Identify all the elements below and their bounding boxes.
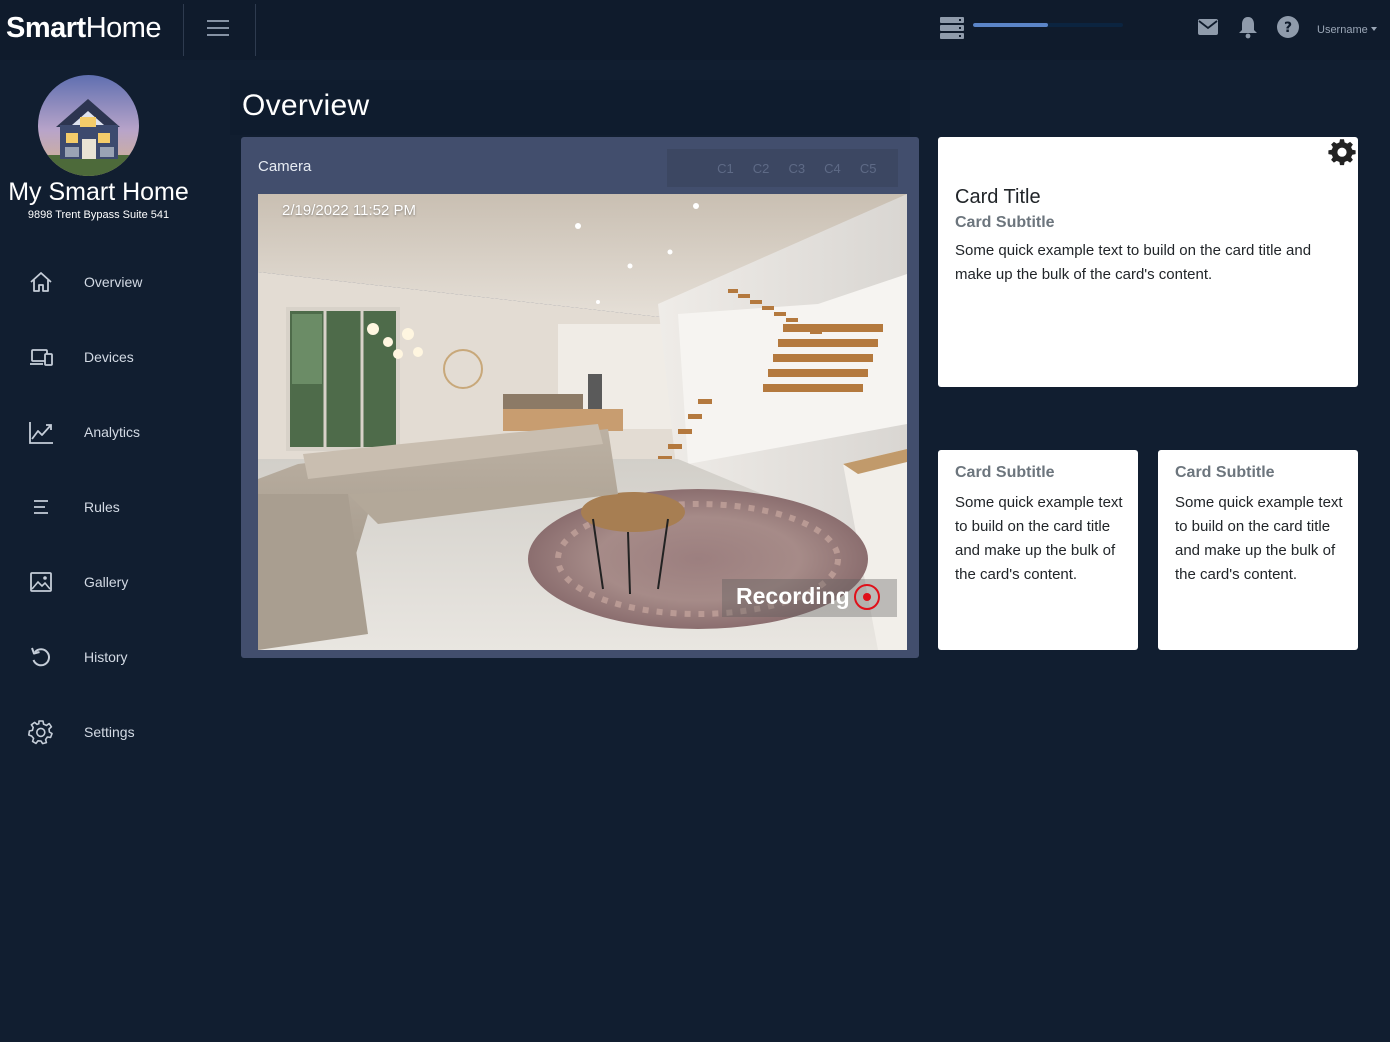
storage-progress-bar [973,23,1123,27]
card-subtitle: Card Subtitle [1175,464,1275,481]
help-icon[interactable]: ? [1277,16,1299,38]
mail-icon[interactable] [1198,19,1218,35]
sidebar-item-label: Rules [84,499,120,515]
menu-toggle-icon[interactable] [207,20,229,38]
home-avatar [38,75,139,176]
server-icon [940,17,964,39]
home-icon [30,272,52,292]
sidebar-item-devices[interactable]: Devices [0,334,200,380]
card-title: Card Title [955,186,1041,208]
card-subtitle: Card Subtitle [955,214,1055,231]
camera-tab-bar: C1 C2 C3 C4 C5 [667,149,898,187]
sidebar-item-history[interactable]: History [0,634,200,680]
sidebar-item-rules[interactable]: Rules [0,484,200,530]
tab-camera-c2[interactable]: C2 [743,161,779,176]
card-text: Some quick example text to build on the … [955,242,1312,283]
sidebar-item-label: Settings [84,724,135,740]
brand-logo[interactable]: SmartHome [6,12,162,45]
storage-progress-fill [973,23,1048,27]
tab-camera-c4[interactable]: C4 [815,161,851,176]
notification-bell-icon[interactable] [1238,15,1258,39]
recording-indicator: Recording [722,579,897,617]
history-icon [31,647,50,667]
sidebar-item-overview[interactable]: Overview [0,259,200,305]
divider [255,4,256,56]
home-address: 9898 Trent Bypass Suite 541 [27,209,170,221]
card-subtitle: Card Subtitle [955,464,1055,481]
card-small-1: Card Subtitle Some quick example text to… [938,450,1138,650]
recording-label: Recording [736,583,850,609]
tab-camera-c5[interactable]: C5 [850,161,886,176]
sidebar-item-label: Gallery [84,574,129,590]
devices-icon [30,349,53,366]
user-menu[interactable]: Username [1317,24,1377,36]
record-icon[interactable] [854,584,880,610]
sidebar-item-label: Devices [84,349,134,365]
card-text: Some quick example text to build on the … [1175,494,1343,583]
card-main: Card Title Card Subtitle Some quick exam… [938,137,1358,387]
home-name: My Smart Home [8,178,189,206]
sidebar-item-gallery[interactable]: Gallery [0,559,200,605]
brand-bold-text: Smart [6,12,86,44]
svg-text:?: ? [1284,20,1292,36]
gallery-icon [30,572,52,592]
brand-light-text: Home [85,12,162,44]
settings-icon [28,720,53,745]
card-small-2: Card Subtitle Some quick example text to… [1158,450,1358,650]
rules-icon [34,500,48,514]
card-text: Some quick example text to build on the … [955,494,1123,583]
top-bar: SmartHome ? Username [0,0,1390,60]
tab-camera-c3[interactable]: C3 [779,161,815,176]
card-settings-gear-icon[interactable] [1328,139,1356,167]
camera-feed[interactable]: 2/19/2022 11:52 PM Recording [258,194,907,650]
camera-label: Camera [258,158,312,175]
sidebar-item-label: Analytics [84,424,141,440]
camera-timestamp: 2/19/2022 11:52 PM [282,202,416,219]
divider [183,4,184,56]
page-title: Overview [242,89,370,122]
sidebar-item-analytics[interactable]: Analytics [0,409,200,455]
tab-camera-c1[interactable]: C1 [708,161,744,176]
sidebar-item-label: Overview [84,274,143,290]
sidebar-item-settings[interactable]: Settings [0,709,200,755]
analytics-icon [29,422,53,444]
camera-panel: Camera C1 C2 C3 C4 C5 2/19/2022 11:52 PM… [241,137,919,658]
sidebar-item-label: History [84,649,128,665]
